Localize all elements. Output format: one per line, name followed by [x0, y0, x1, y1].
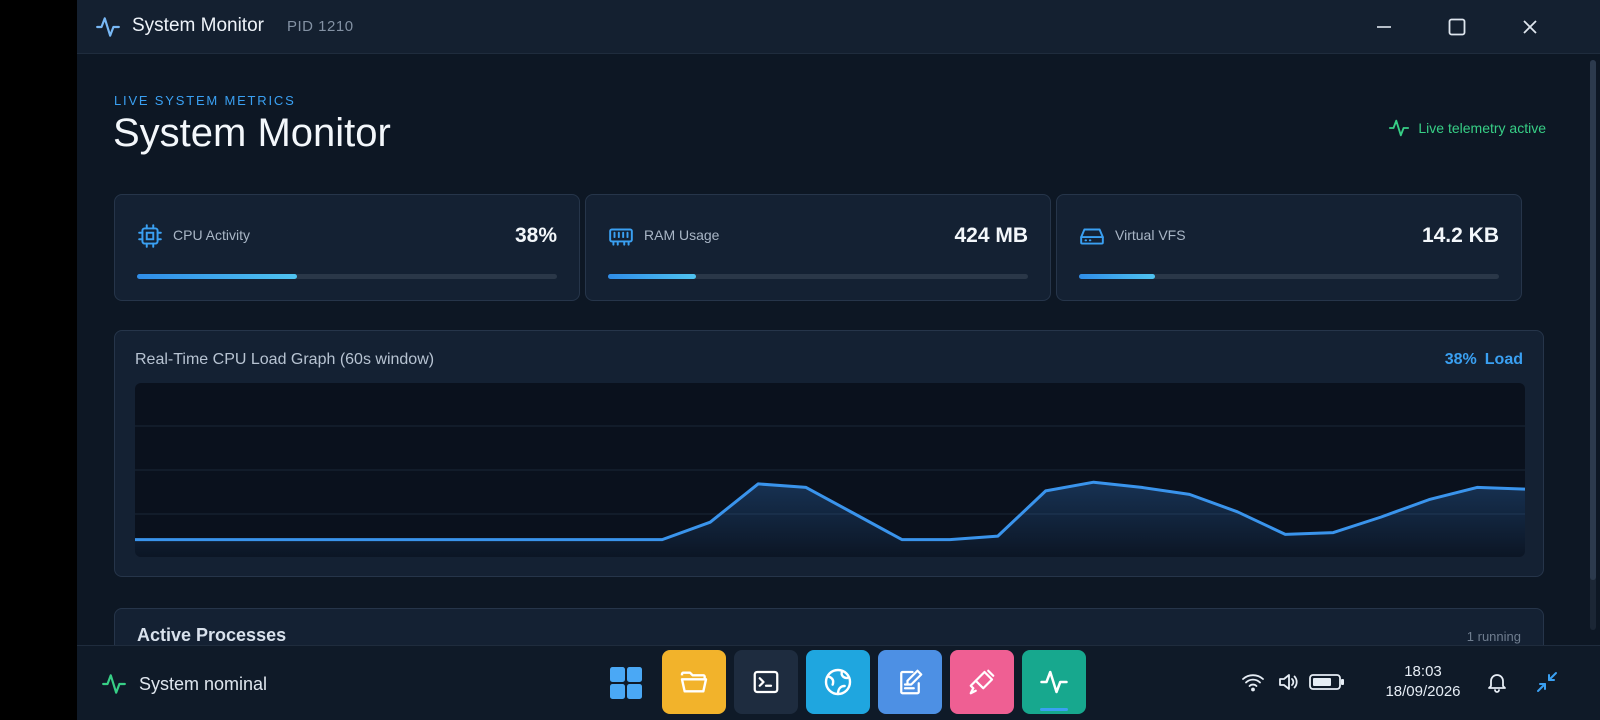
- taskbar-app-terminal[interactable]: [734, 650, 798, 714]
- clock[interactable]: 18:03 18/09/2026: [1375, 662, 1471, 702]
- collapse-arrows-icon: [1537, 672, 1557, 692]
- close-button[interactable]: [1515, 12, 1545, 42]
- scrollbar[interactable]: [1590, 60, 1596, 630]
- system-status-text: System nominal: [139, 673, 268, 694]
- window-title: System Monitor: [132, 15, 264, 36]
- terminal-icon: [753, 670, 779, 694]
- minimize-button[interactable]: [1369, 12, 1399, 42]
- start-button[interactable]: [604, 661, 648, 705]
- cpu-load-chart: [135, 425, 1525, 557]
- folder-icon: [680, 671, 708, 693]
- battery-button[interactable]: [1307, 668, 1347, 696]
- title-bar[interactable]: System Monitor PID 1210: [77, 0, 1600, 54]
- clock-time: 18:03: [1404, 663, 1442, 680]
- live-status-text: Live telemetry active: [1418, 120, 1546, 136]
- page-title: System Monitor: [113, 111, 391, 155]
- notes-icon: [900, 669, 923, 695]
- cpu-value: 38%: [514, 224, 557, 247]
- taskbar-app-browser[interactable]: [806, 650, 870, 714]
- graph-title: Real-Time CPU Load Graph (60s window): [135, 351, 435, 368]
- ram-icon: [609, 228, 633, 246]
- wifi-button[interactable]: [1239, 668, 1267, 696]
- cpu-graph-card: Real-Time CPU Load Graph (60s window) 38…: [114, 330, 1544, 577]
- minimize-icon: [1377, 26, 1391, 28]
- graph-load-value: 38%: [1444, 351, 1477, 368]
- drive-icon: [1080, 228, 1104, 245]
- clock-date: 18/09/2026: [1385, 683, 1461, 700]
- close-icon: [1523, 20, 1537, 34]
- volume-button[interactable]: [1274, 668, 1302, 696]
- vfs-label: Virtual VFS: [1115, 227, 1186, 243]
- activity-icon: [1389, 119, 1410, 137]
- taskbar-app-paint[interactable]: [950, 650, 1014, 714]
- ram-progress-fill: [608, 274, 697, 279]
- activity-icon: [96, 17, 120, 37]
- processes-count: 1 running: [1466, 629, 1521, 644]
- vfs-value: 14.2 KB: [1421, 224, 1499, 247]
- cpu-icon: [138, 224, 162, 248]
- taskbar-app-system-monitor[interactable]: [1022, 650, 1086, 714]
- maximize-icon: [1448, 18, 1466, 36]
- volume-icon: [1279, 674, 1298, 690]
- taskbar-app-notes[interactable]: [878, 650, 942, 714]
- taskbar: System nominal 18:03 18/09/2026: [77, 645, 1600, 720]
- cpu-card: CPU Activity 38%: [114, 194, 580, 301]
- system-monitor-window: System Monitor PID 1210 LIVE SYSTEM METR…: [77, 0, 1600, 645]
- notifications-button[interactable]: [1483, 668, 1511, 696]
- activity-icon: [1040, 670, 1068, 694]
- scrollbar-thumb[interactable]: [1590, 60, 1596, 580]
- main-content: LIVE SYSTEM METRICS System Monitor Live …: [77, 55, 1600, 645]
- maximize-button[interactable]: [1442, 12, 1472, 42]
- cpu-load-plot: [135, 383, 1525, 557]
- vfs-progress-fill: [1079, 274, 1155, 279]
- battery-icon: [1309, 674, 1344, 690]
- processes-title: Active Processes: [137, 625, 287, 645]
- graph-load: 38% Load: [1445, 351, 1523, 369]
- brush-icon: [969, 669, 995, 695]
- ram-value: 424 MB: [954, 224, 1028, 247]
- activity-icon: [102, 674, 126, 694]
- ram-progress-track: [608, 274, 1028, 279]
- ram-label: RAM Usage: [644, 227, 720, 243]
- cpu-progress-fill: [137, 274, 297, 279]
- vfs-progress-track: [1079, 274, 1499, 279]
- globe-icon: [824, 668, 852, 696]
- vfs-card: Virtual VFS 14.2 KB: [1056, 194, 1522, 301]
- ram-card: RAM Usage 424 MB: [585, 194, 1051, 301]
- taskbar-app-files[interactable]: [662, 650, 726, 714]
- system-status: System nominal: [101, 671, 267, 697]
- window-pid: PID 1210: [287, 18, 354, 35]
- graph-load-label: Load: [1484, 351, 1523, 368]
- cpu-load-area: [135, 482, 1525, 557]
- collapse-button[interactable]: [1533, 668, 1561, 696]
- live-status: Live telemetry active: [1388, 117, 1546, 139]
- active-processes-card: Active Processes 1 running: [114, 608, 1544, 645]
- start-grid-icon: [610, 667, 642, 699]
- cpu-label: CPU Activity: [173, 227, 251, 243]
- bell-icon: [1488, 674, 1506, 693]
- cpu-progress-track: [137, 274, 557, 279]
- active-app-indicator: [1040, 708, 1068, 711]
- section-eyebrow: LIVE SYSTEM METRICS: [114, 93, 296, 108]
- wifi-icon: [1242, 674, 1264, 692]
